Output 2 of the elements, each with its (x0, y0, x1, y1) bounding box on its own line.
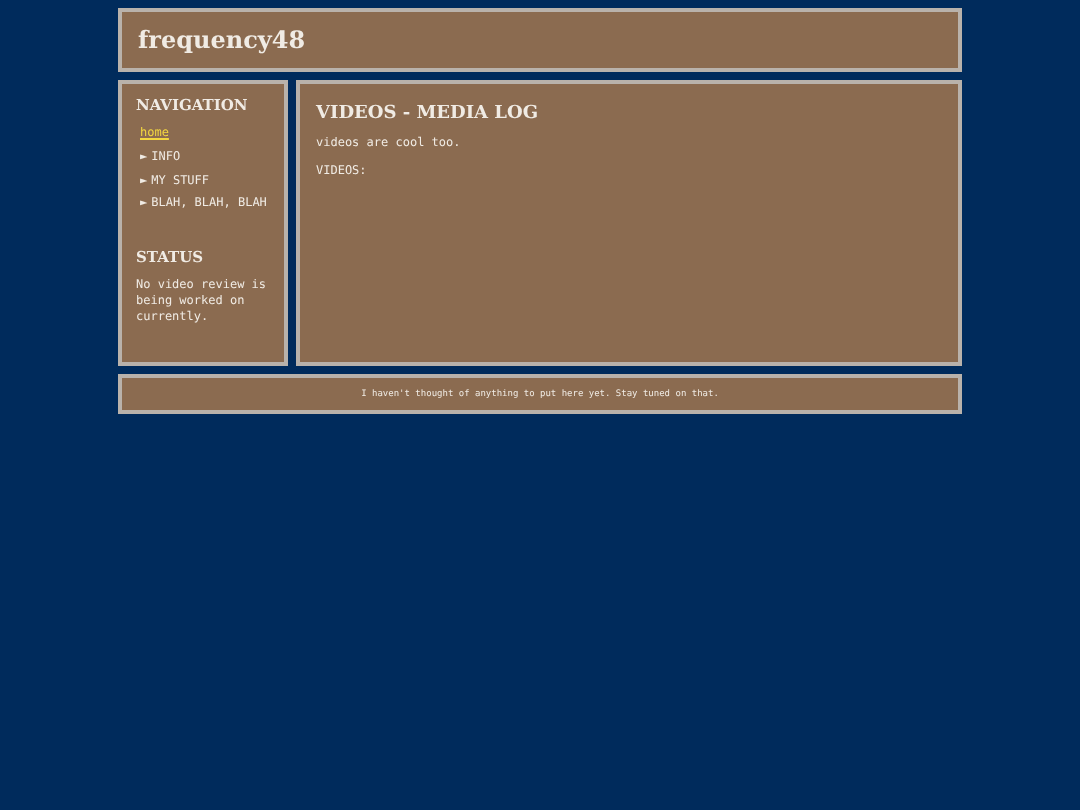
page-heading: VIDEOS - MEDIA LOG (316, 104, 541, 124)
site-title: frequency48 (138, 26, 306, 54)
